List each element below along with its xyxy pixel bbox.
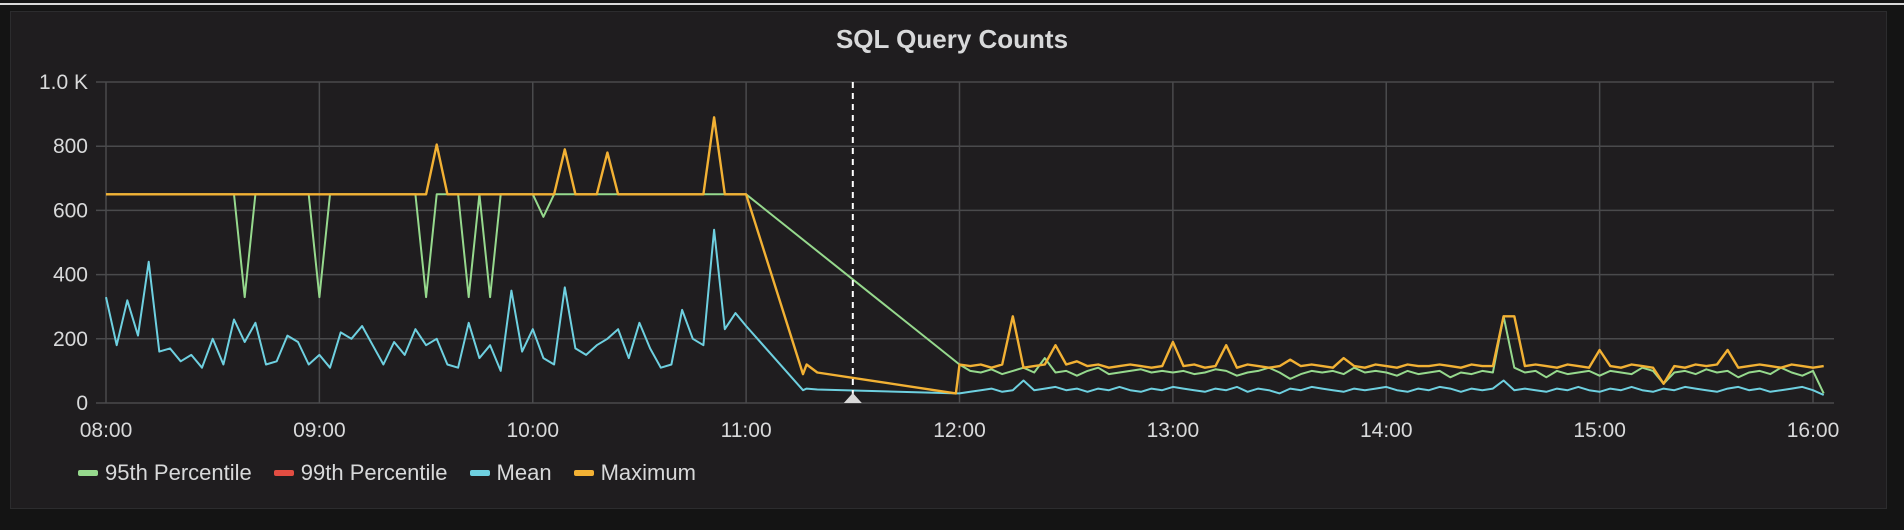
legend-item-mean[interactable]: Mean [469, 460, 552, 486]
x-tick-label: 12:00 [933, 419, 986, 442]
legend-label: 95th Percentile [105, 460, 252, 485]
x-tick-label: 16:00 [1787, 419, 1840, 442]
x-tick-label: 15:00 [1573, 419, 1626, 442]
x-tick-label: 11:00 [721, 419, 772, 442]
legend-swatch [469, 470, 490, 476]
legend-swatch [78, 470, 98, 476]
annotation-layer [843, 82, 862, 403]
legend-swatch [273, 470, 294, 476]
y-tick-label: 0 [76, 392, 88, 415]
y-tick-label: 1.0 K [39, 71, 88, 94]
y-tick-label: 600 [53, 199, 88, 222]
x-tick-label: 10:00 [506, 419, 559, 442]
y-axis-ticks: 0 200 400 600 800 1.0 K [39, 71, 88, 415]
y-tick-label: 800 [53, 135, 88, 158]
legend-label: Maximum [600, 460, 696, 485]
legend-label: Mean [496, 460, 552, 485]
legend-label: 99th Percentile [300, 460, 448, 485]
x-tick-label: 08:00 [80, 419, 133, 442]
x-tick-label: 09:00 [293, 419, 346, 442]
chart-plot: 0 200 400 600 800 1.0 K 08:00 09:00 10:00 11:00 1… [39, 71, 1840, 442]
legend-item-99th-percentile[interactable]: 99th Percentile [273, 460, 448, 486]
y-tick-label: 400 [53, 264, 88, 287]
annotation-marker-icon [843, 393, 862, 403]
y-tick-label: 200 [53, 328, 88, 351]
x-tick-label: 13:00 [1147, 419, 1200, 442]
series-line-mean [105, 228, 1825, 396]
x-tick-label: 14:00 [1360, 419, 1413, 442]
legend-item-95th-percentile[interactable]: 95th Percentile [78, 460, 252, 486]
legend-item-maximum[interactable]: Maximum [573, 460, 696, 486]
x-axis-ticks: 08:00 09:00 10:00 11:00 12:00 13:00 14:00 15:00… [80, 419, 1840, 442]
legend-swatch [573, 470, 594, 476]
series-line-maximum [106, 116, 1824, 395]
series-line-95th-percentile [106, 193, 1825, 394]
series-lines [105, 116, 1825, 396]
grid-lines [96, 81, 1834, 404]
legend: 95th Percentile 99th Percentile Mean Max… [78, 460, 718, 486]
